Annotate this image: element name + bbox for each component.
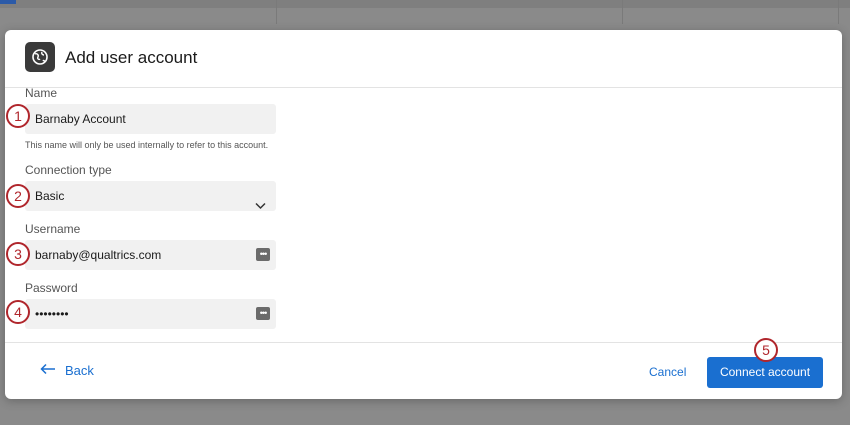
password-manager-icon[interactable]: •••	[256, 248, 270, 261]
connection-type-select[interactable]: Basic	[25, 181, 276, 211]
background-topbar	[0, 0, 850, 8]
chevron-down-icon	[255, 191, 266, 221]
username-input-value: barnaby@qualtrics.com	[35, 248, 162, 262]
add-user-account-modal: Add user account Name Barnaby Account Th…	[5, 30, 842, 399]
modal-footer: Back Cancel Connect account	[5, 342, 842, 399]
username-label: Username	[25, 222, 81, 236]
password-input-value: ••••••••	[35, 307, 69, 321]
name-input[interactable]: Barnaby Account	[25, 104, 276, 134]
password-label: Password	[25, 281, 78, 295]
annotation-badge-5: 5	[754, 338, 778, 362]
globe-icon	[25, 42, 55, 72]
annotation-badge-1: 1	[6, 104, 30, 128]
username-input[interactable]: barnaby@qualtrics.com •••	[25, 240, 276, 270]
back-label: Back	[65, 363, 94, 378]
password-manager-icon[interactable]: •••	[256, 307, 270, 320]
annotation-badge-4: 4	[6, 300, 30, 324]
cancel-button[interactable]: Cancel	[649, 365, 686, 379]
back-button[interactable]: Back	[40, 363, 94, 378]
modal-title: Add user account	[65, 48, 198, 67]
name-input-value: Barnaby Account	[35, 112, 126, 126]
annotation-badge-3: 3	[6, 242, 30, 266]
background-divider	[276, 0, 277, 24]
name-label: Name	[25, 86, 58, 100]
password-input[interactable]: •••••••• •••	[25, 299, 276, 329]
name-hint: This name will only be used internally t…	[25, 140, 269, 150]
arrow-left-icon	[40, 363, 56, 378]
connection-type-label: Connection type	[25, 163, 112, 177]
annotation-badge-2: 2	[6, 184, 30, 208]
background-divider	[622, 0, 623, 24]
modal-header: Add user account	[5, 30, 842, 88]
connection-type-value: Basic	[35, 189, 65, 203]
background-divider	[838, 0, 839, 24]
